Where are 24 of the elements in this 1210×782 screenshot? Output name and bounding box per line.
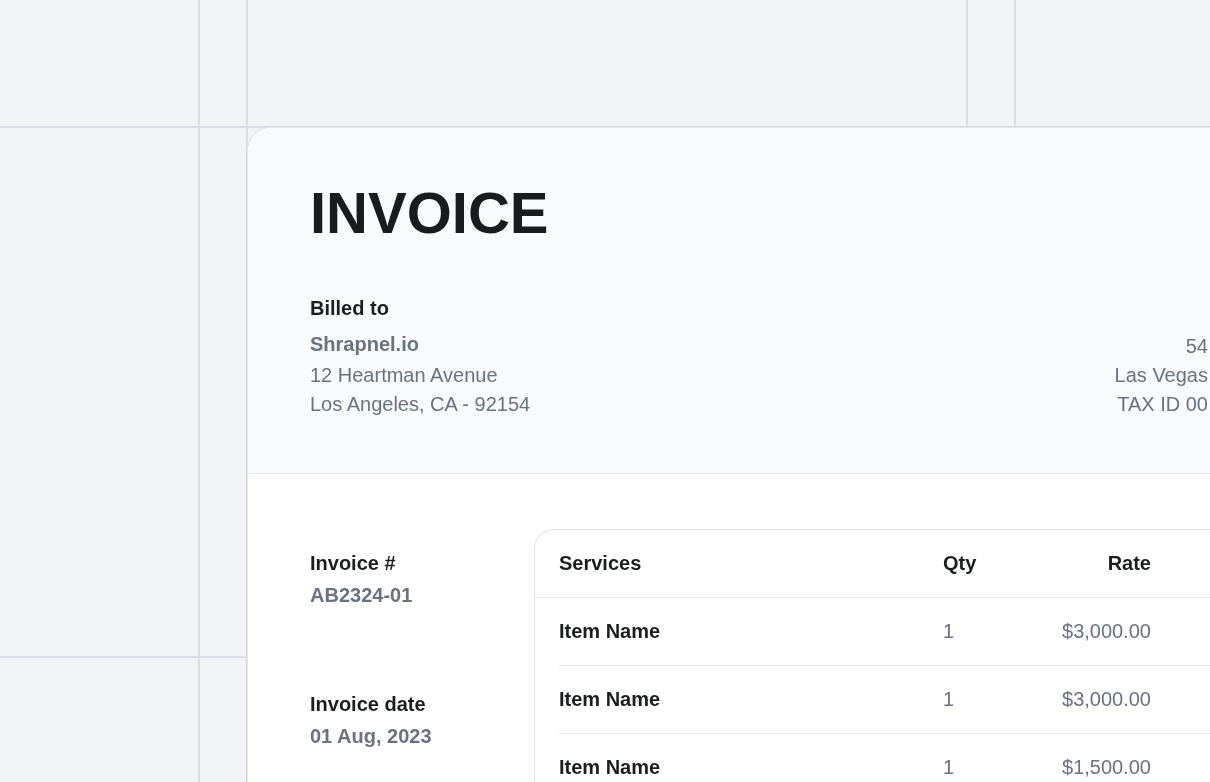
quantity-cell-text: 1 xyxy=(943,687,955,712)
detail-label: Invoice date xyxy=(310,692,426,717)
column-header: Rate xyxy=(1107,551,1151,576)
column-header: Services xyxy=(559,551,642,576)
rate-cell-text: $3,000.00 xyxy=(1062,619,1151,644)
service-name-cell-text: Item Name xyxy=(559,687,661,712)
detail-value: 01 Aug, 2023 xyxy=(310,724,432,749)
service-name-cell-text: Item Name xyxy=(559,755,661,780)
column-header: Qty xyxy=(943,551,977,576)
service-name-cell-text: Item Name xyxy=(559,619,661,644)
client-name: Shrapnel.io xyxy=(310,332,419,357)
rate-cell-text: $3,000.00 xyxy=(1062,687,1151,712)
billed-to-label: Billed to xyxy=(310,296,389,321)
sender-address-line: TAX ID 00 xyxy=(1117,392,1208,417)
detail-label: Invoice # xyxy=(310,551,396,576)
detail-value: AB2324-01 xyxy=(310,583,413,608)
client-address-line: Los Angeles, CA - 92154 xyxy=(310,392,531,417)
quantity-cell-text: 1 xyxy=(943,755,955,780)
sender-address-line: Las Vegas xyxy=(1114,363,1208,388)
sender-address-line: 54 xyxy=(1185,334,1208,359)
invoice-title: INVOICE xyxy=(310,184,549,242)
rate-cell-text: $1,500.00 xyxy=(1062,755,1151,780)
client-address-line: 12 Heartman Avenue xyxy=(310,363,498,388)
quantity-cell-text: 1 xyxy=(943,619,955,644)
